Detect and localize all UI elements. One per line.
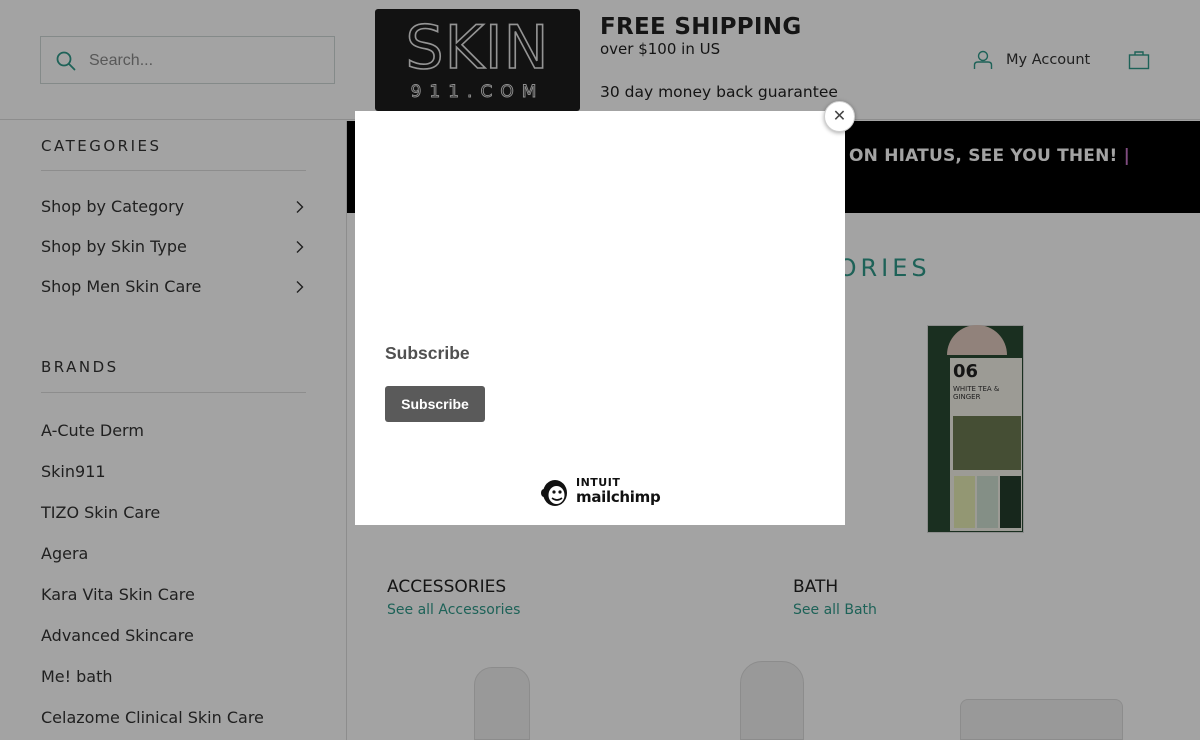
mailchimp-freddie-icon: [541, 480, 567, 506]
subscribe-modal: Subscribe Subscribe INTUIT mailchimp: [355, 111, 845, 525]
mailchimp-wordmark: mailchimp: [576, 488, 661, 506]
close-icon: ✕: [832, 106, 847, 125]
mailchimp-logo[interactable]: INTUIT mailchimp: [538, 475, 668, 511]
modal-heading: Subscribe: [385, 343, 470, 363]
subscribe-button[interactable]: Subscribe: [385, 386, 485, 422]
close-modal-button[interactable]: ✕: [824, 101, 855, 132]
